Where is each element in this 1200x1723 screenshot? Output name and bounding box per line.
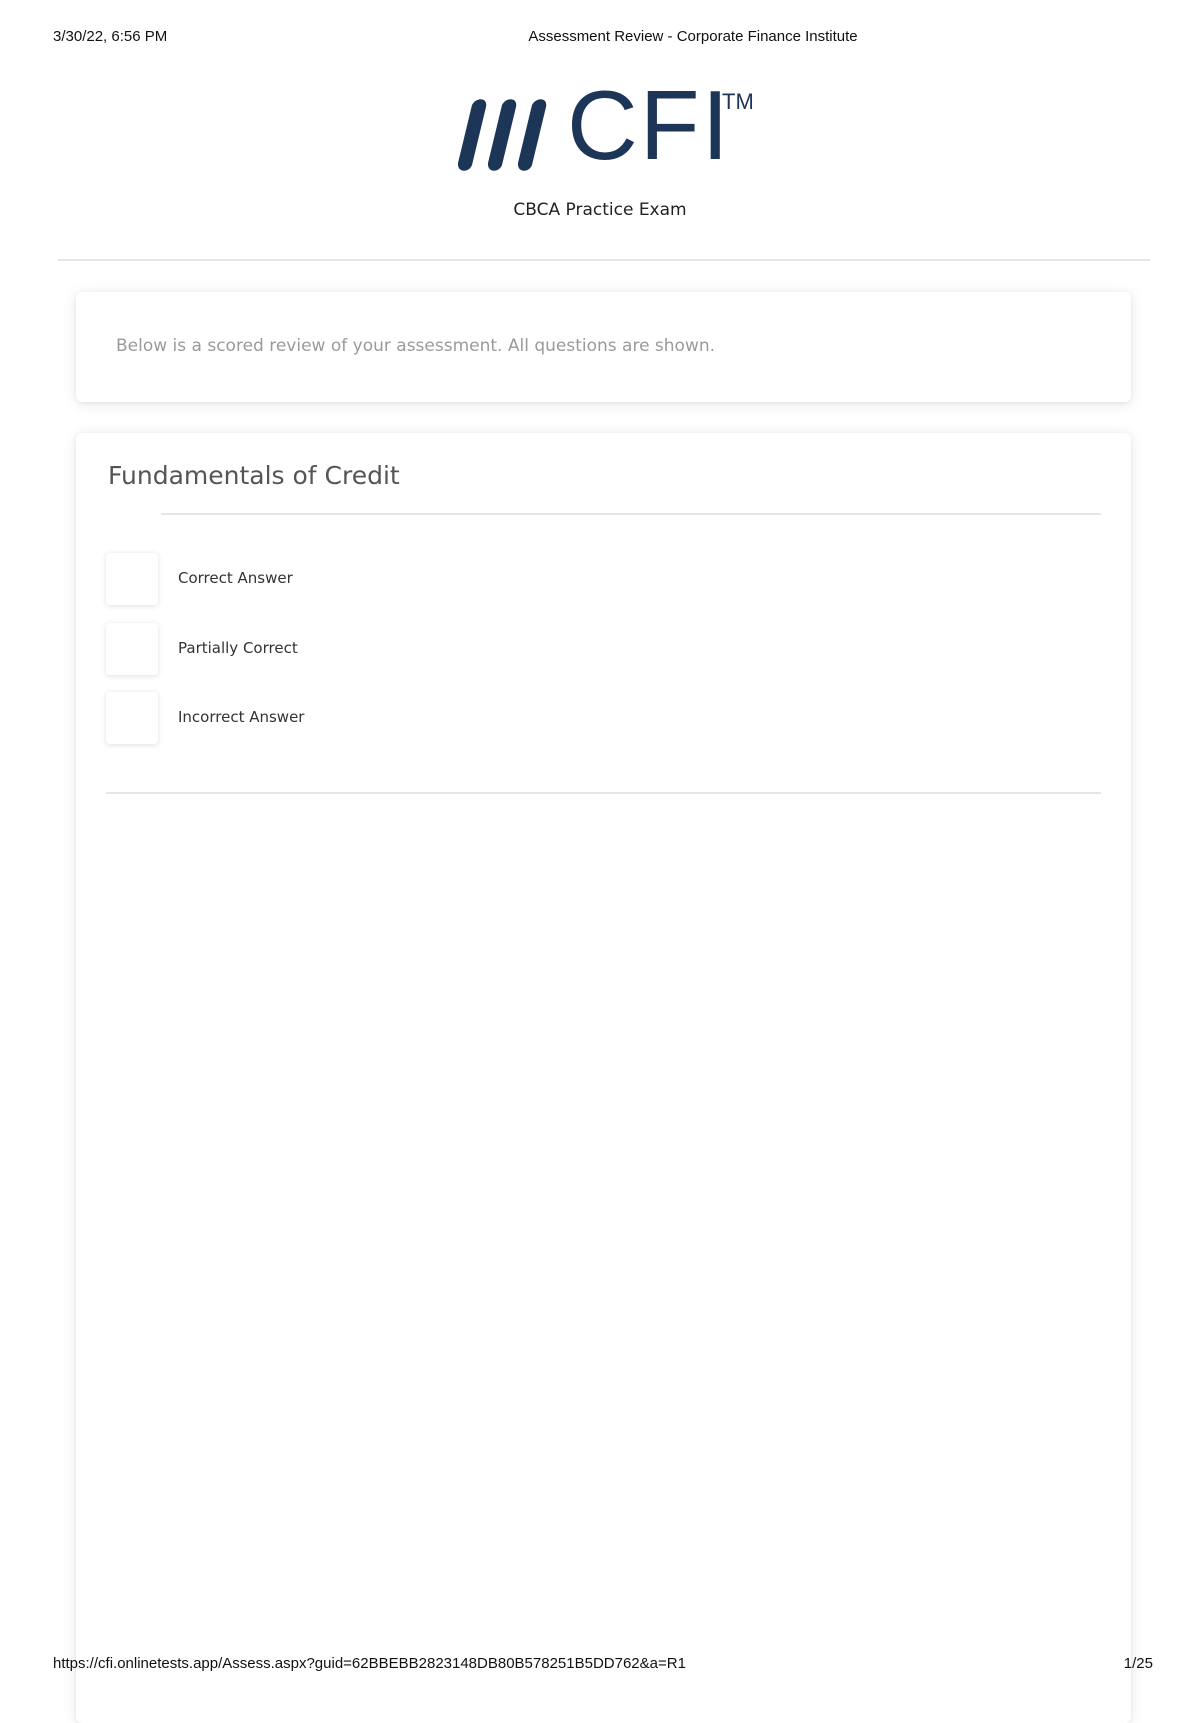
legend-label-partial: Partially Correct xyxy=(178,639,298,657)
header-divider xyxy=(58,259,1150,261)
brand-header: CFI TM CBCA Practice Exam xyxy=(0,75,1200,225)
legend-label-correct: Correct Answer xyxy=(178,569,293,587)
section-title: Fundamentals of Credit xyxy=(108,461,400,490)
exam-title: CBCA Practice Exam xyxy=(513,200,687,220)
logo-stripes-icon xyxy=(457,99,547,171)
intro-text: Below is a scored review of your assessm… xyxy=(116,336,716,356)
section-title-divider xyxy=(161,513,1101,515)
legend-label-incorrect: Incorrect Answer xyxy=(178,708,305,726)
cfi-logo: CFI TM xyxy=(452,75,762,177)
legend-swatch-incorrect xyxy=(106,692,158,744)
intro-card: Below is a scored review of your assessm… xyxy=(76,292,1131,402)
print-header: 3/30/22, 6:56 PM Assessment Review - Cor… xyxy=(0,28,1200,50)
legend-swatch-correct xyxy=(106,553,158,605)
print-footer: https://cfi.onlinetests.app/Assess.aspx?… xyxy=(0,1655,1200,1677)
print-page-title: Assessment Review - Corporate Finance In… xyxy=(528,28,858,45)
section-card: Fundamentals of Credit Correct Answer Pa… xyxy=(76,433,1131,1723)
legend-item-partial: Partially Correct xyxy=(106,623,706,675)
legend-item-incorrect: Incorrect Answer xyxy=(106,692,706,744)
legend-item-correct: Correct Answer xyxy=(106,553,706,605)
print-page-number: 1/25 xyxy=(1123,1655,1153,1672)
logo-trademark: TM xyxy=(722,89,754,114)
logo-wordmark: CFI xyxy=(567,70,731,180)
legend-divider xyxy=(106,792,1101,794)
legend-swatch-partial xyxy=(106,623,158,675)
print-url[interactable]: https://cfi.onlinetests.app/Assess.aspx?… xyxy=(53,1655,686,1672)
